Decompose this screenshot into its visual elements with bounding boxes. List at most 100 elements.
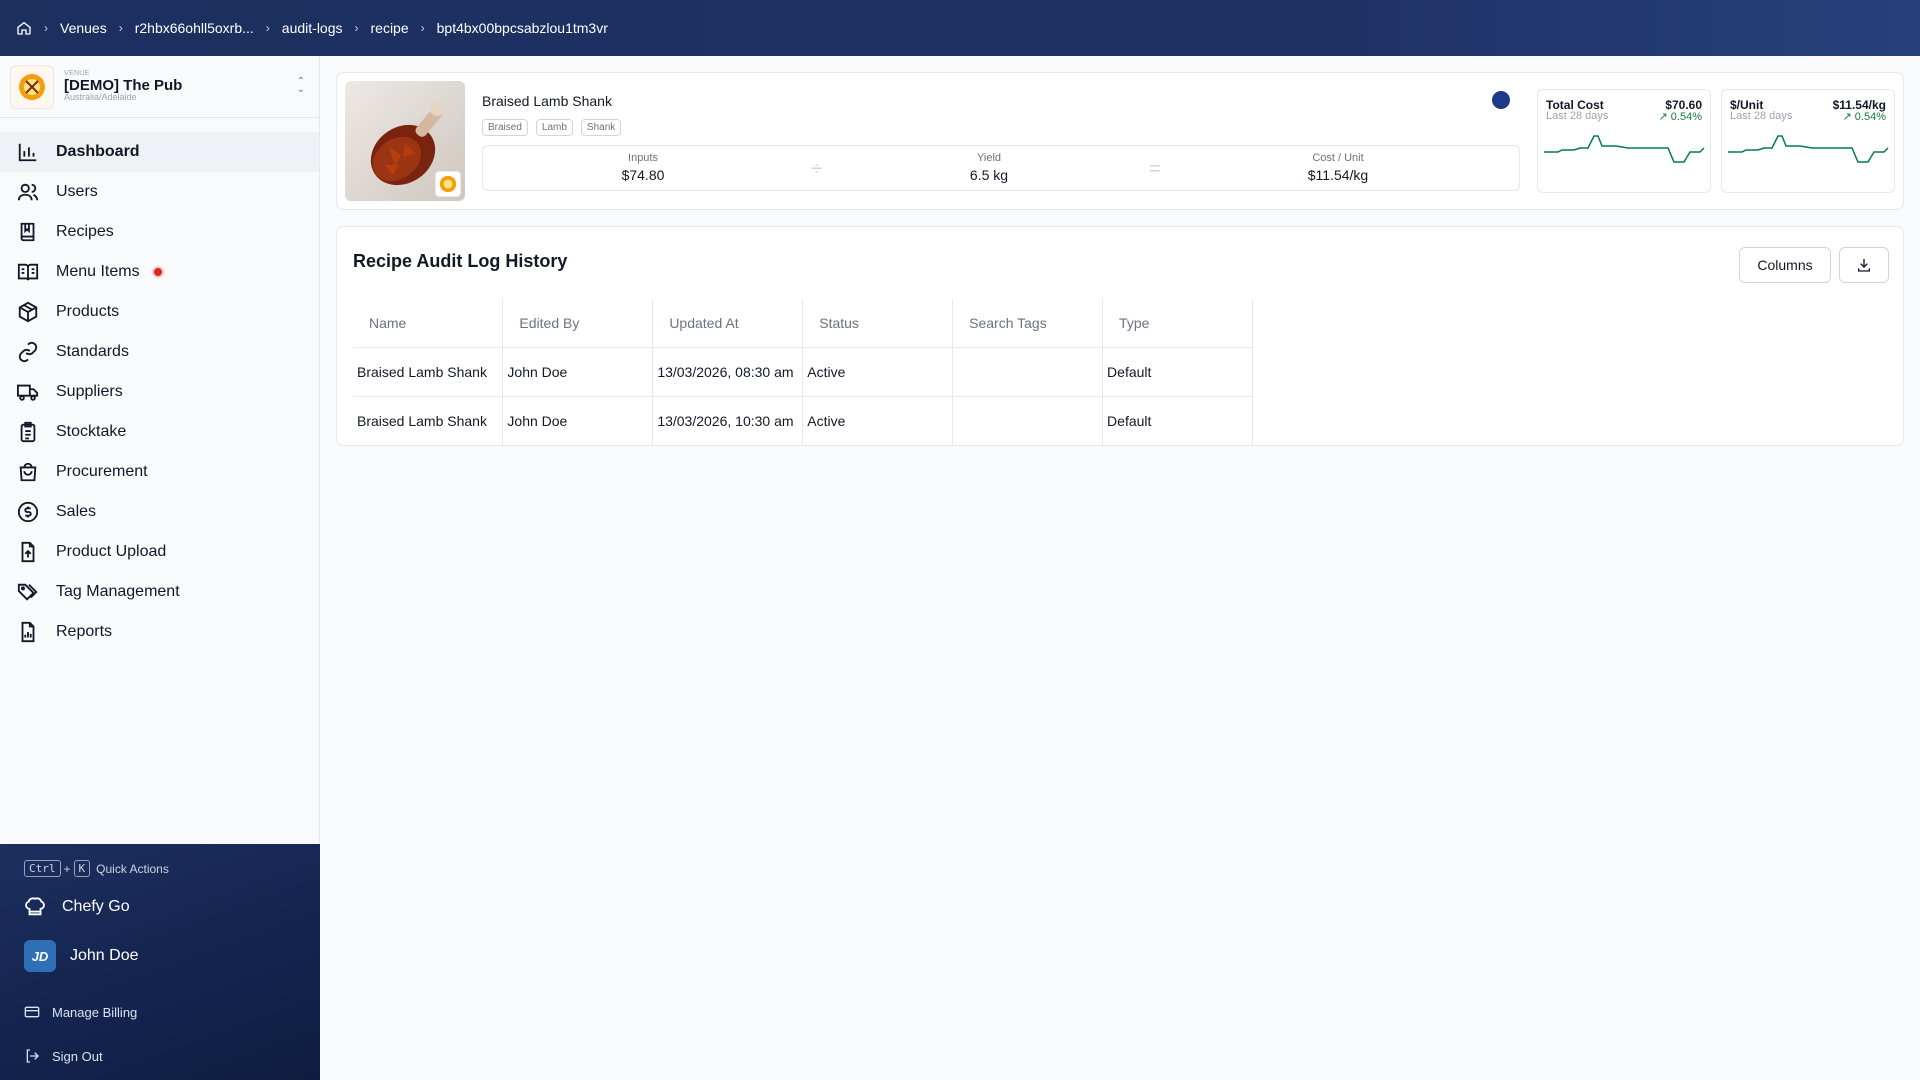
table-row[interactable]: Braised Lamb Shank John Doe 13/03/2026, … (353, 347, 1253, 397)
download-button[interactable] (1839, 247, 1889, 283)
sidebar-item-standards[interactable]: Standards (0, 332, 319, 372)
venue-logo (10, 64, 54, 109)
column-header-status[interactable]: Status (802, 299, 954, 348)
sidebar-item-label: Suppliers (56, 383, 123, 400)
audit-log-card: Recipe Audit Log History Columns Name Ed… (336, 226, 1904, 446)
sidebar-item-label: Sales (56, 503, 97, 520)
quick-actions-hint[interactable]: Ctrl + K Quick Actions (24, 860, 169, 877)
chevron-right-icon: › (265, 21, 270, 35)
manage-billing-link[interactable]: Manage Billing (24, 1004, 137, 1020)
user-name: John Doe (70, 947, 139, 964)
sparkline (1728, 135, 1889, 163)
file-chart-icon (16, 620, 40, 644)
sidebar-item-label: Tag Management (56, 583, 180, 600)
cell-name: Braised Lamb Shank (353, 347, 504, 397)
cell-search-tags (952, 347, 1104, 397)
kbd-plus: + (63, 861, 71, 876)
manage-billing-label: Manage Billing (52, 1004, 138, 1020)
recipe-image (345, 81, 465, 201)
cell-updated-at: 13/03/2026, 08:30 am (652, 347, 804, 397)
cell-edited-by: John Doe (502, 396, 654, 445)
sidebar-item-tag-management[interactable]: Tag Management (0, 572, 319, 612)
sign-out-link[interactable]: Sign Out (24, 1048, 103, 1064)
metric-change-value: 0.54% (1854, 111, 1886, 123)
sidebar-item-product-upload[interactable]: Product Upload (0, 532, 319, 572)
page-title: Recipe Audit Log History (353, 251, 568, 271)
sidebar-item-label: Dashboard (56, 143, 140, 160)
audit-log-table: Name Edited By Updated At Status Search … (353, 299, 1253, 445)
metric-per-unit[interactable]: $/Unit Last 28 days $11.54/kg ↗ 0.54% (1721, 89, 1895, 193)
breadcrumb-recipe-id: bpt4bx00bpcsabzlou1tm3vr (436, 20, 608, 36)
breadcrumb-venues[interactable]: Venues (60, 20, 107, 36)
cell-search-tags (952, 396, 1104, 445)
sidebar-item-label: Standards (56, 343, 129, 360)
book-icon (16, 220, 40, 244)
recipe-summary-card: Braised Lamb Shank Braised Lamb Shank In… (336, 72, 1904, 210)
columns-button[interactable]: Columns (1739, 247, 1831, 283)
chefy-go-button[interactable]: Chefy Go (24, 896, 130, 918)
cost-unit-cell: Cost / Unit $11.54/kg (1273, 152, 1403, 183)
venue-switcher[interactable]: VENUE [DEMO] The Pub Australia/Adelaide … (0, 56, 319, 118)
column-header-updated-at[interactable]: Updated At (652, 299, 804, 348)
tag: Lamb (535, 119, 573, 136)
chevron-up-down-icon[interactable]: ⌃ ⌄ (297, 77, 305, 95)
sidebar-item-dashboard[interactable]: Dashboard (0, 132, 319, 172)
column-header-search-tags[interactable]: Search Tags (952, 299, 1104, 348)
metric-subtitle: Last 28 days (1546, 110, 1609, 122)
cell-status: Active (802, 396, 954, 445)
trend-up-icon: ↗ (1842, 111, 1855, 123)
column-header-type[interactable]: Type (1102, 299, 1253, 348)
sidebar-item-label: Recipes (56, 223, 114, 240)
breadcrumb-audit-logs[interactable]: audit-logs (282, 20, 343, 36)
tags-icon (16, 580, 40, 604)
notification-badge (151, 266, 164, 278)
cell-name: Braised Lamb Shank (353, 396, 504, 445)
cell-edited-by: John Doe (502, 347, 654, 397)
sidebar-item-reports[interactable]: Reports (0, 612, 319, 652)
metric-change-value: 0.54% (1670, 111, 1702, 123)
table-header-row: Name Edited By Updated At Status Search … (353, 299, 1253, 348)
table-row[interactable]: Braised Lamb Shank John Doe 13/03/2026, … (353, 396, 1253, 445)
status-indicator (1492, 91, 1510, 109)
sidebar-item-suppliers[interactable]: Suppliers (0, 372, 319, 412)
metric-total-cost[interactable]: Total Cost Last 28 days $70.60 ↗ 0.54% (1537, 89, 1711, 193)
open-book-icon (16, 260, 40, 284)
user-menu[interactable]: JD John Doe (24, 940, 139, 972)
cost-calculation: Inputs $74.80 ÷ Yield 6.5 kg = Cost / Un… (482, 145, 1520, 191)
sidebar-item-menu-items[interactable]: Menu Items (0, 252, 319, 292)
sidebar-nav: Dashboard Users Recipes Menu Items Produ… (0, 118, 319, 652)
chevron-right-icon: › (118, 21, 123, 35)
column-header-name[interactable]: Name (353, 299, 504, 348)
home-icon[interactable] (16, 20, 32, 36)
inputs-cell: Inputs $74.80 (583, 152, 703, 183)
sidebar-item-label: Procurement (56, 463, 148, 480)
sidebar-item-procurement[interactable]: Procurement (0, 452, 319, 492)
breadcrumb: › Venues › r2hbx66ohll5oxrb... › audit-l… (16, 20, 608, 36)
breadcrumb-recipe[interactable]: recipe (371, 20, 409, 36)
bar-chart-icon (16, 140, 40, 164)
metric-change: ↗ 0.54% (1659, 110, 1702, 123)
sidebar-item-sales[interactable]: Sales (0, 492, 319, 532)
kbd-k: K (73, 860, 91, 877)
recipe-tags: Braised Lamb Shank (482, 119, 622, 136)
yield-label: Yield (976, 152, 1002, 164)
inputs-label: Inputs (628, 152, 658, 164)
tag: Braised (482, 119, 528, 136)
chef-hat-icon (24, 896, 46, 918)
sidebar-item-stocktake[interactable]: Stocktake (0, 412, 319, 452)
recipe-image-badge (435, 171, 461, 197)
column-header-edited-by[interactable]: Edited By (502, 299, 654, 348)
chevron-right-icon: › (354, 21, 359, 35)
quick-actions-label: Quick Actions (96, 861, 169, 876)
sidebar-item-label: Reports (56, 623, 113, 640)
sidebar-item-products[interactable]: Products (0, 292, 319, 332)
shopping-bag-icon (16, 460, 40, 484)
sidebar-item-users[interactable]: Users (0, 172, 319, 212)
sidebar-item-label: Stocktake (56, 423, 127, 440)
metric-subtitle: Last 28 days (1730, 110, 1793, 122)
sidebar-item-label: Products (56, 303, 120, 320)
divide-icon: ÷ (811, 158, 822, 180)
sidebar-item-recipes[interactable]: Recipes (0, 212, 319, 252)
breadcrumb-venue-id[interactable]: r2hbx66ohll5oxrb... (135, 20, 254, 36)
sidebar-footer: Ctrl + K Quick Actions Chefy Go JD John … (0, 844, 320, 1080)
